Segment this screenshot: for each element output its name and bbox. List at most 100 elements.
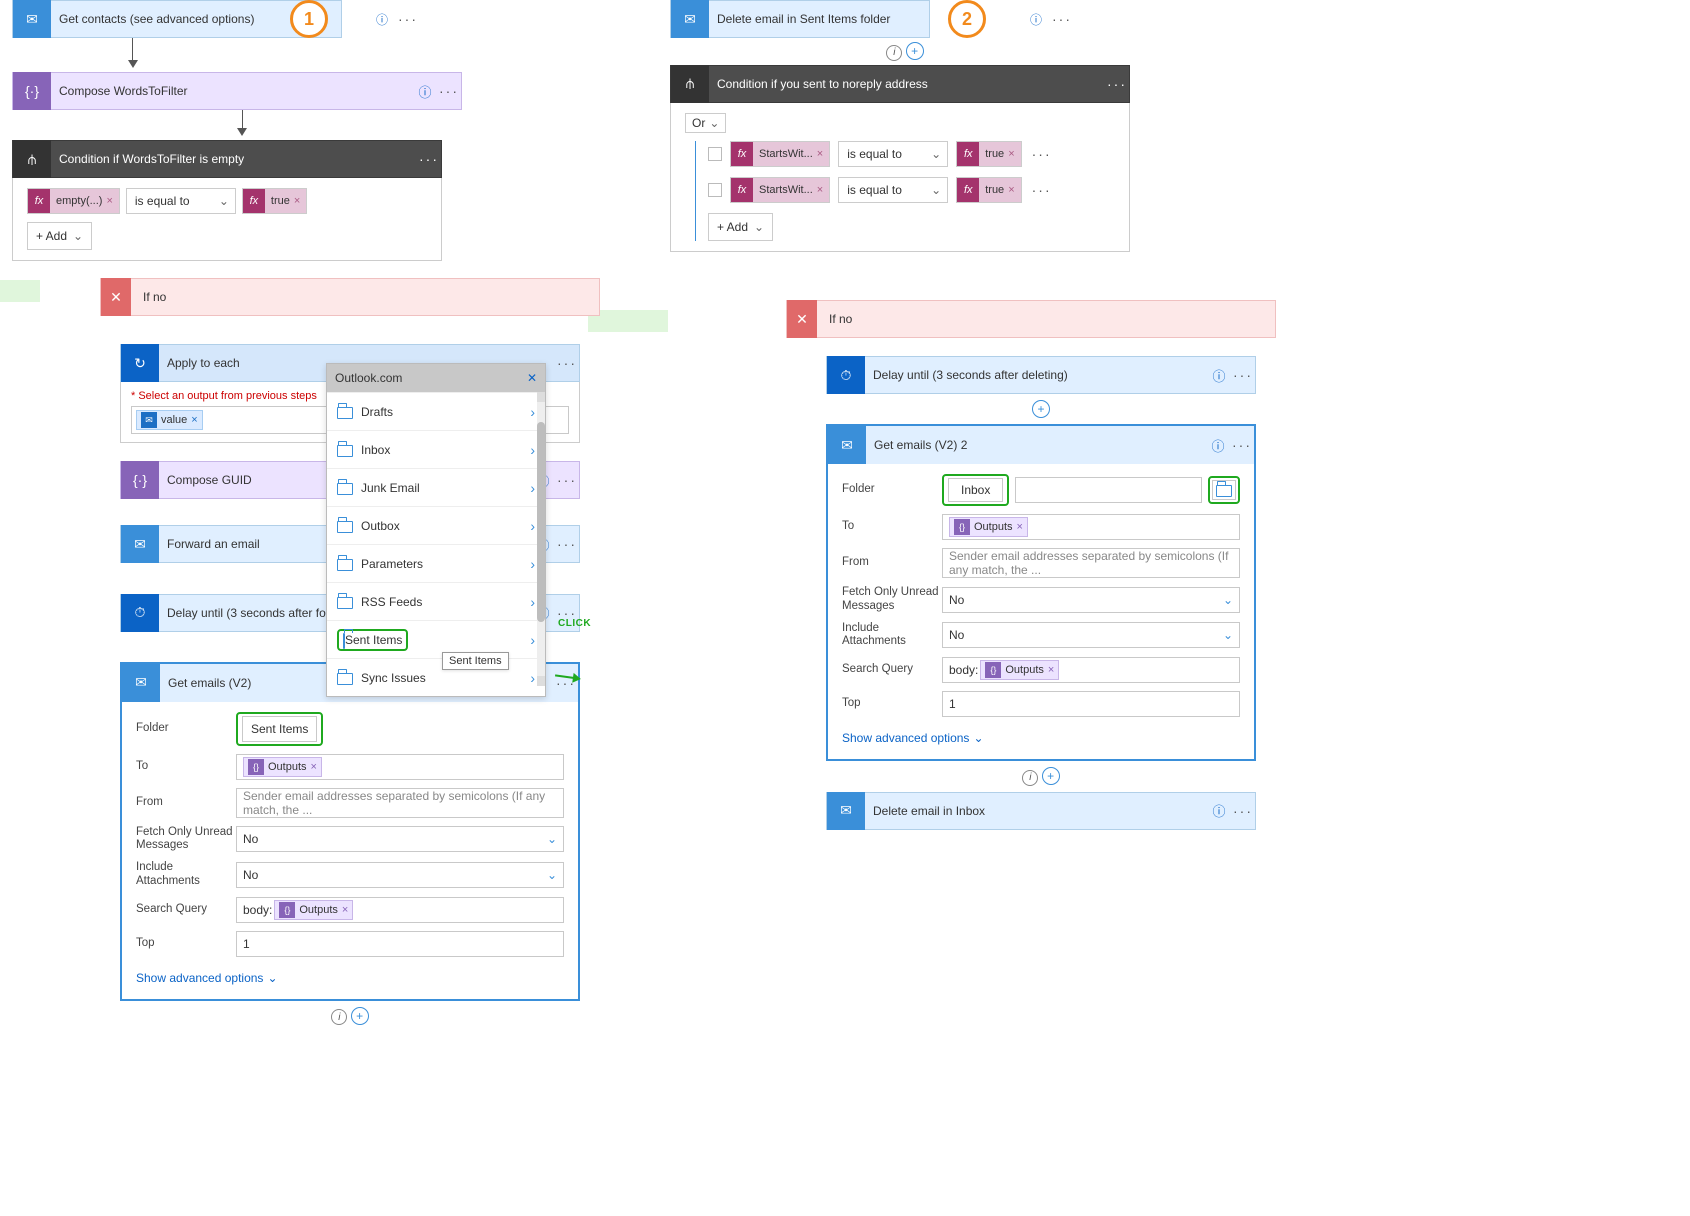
insert-step-button[interactable]: + [1032,400,1050,418]
add-condition-button[interactable]: + Add [708,213,773,241]
more-icon[interactable]: ··· [555,472,579,488]
remove-token-icon[interactable]: × [294,195,300,207]
folder-item-rss-feeds[interactable]: RSS Feeds› [327,582,545,620]
operator-select[interactable]: is equal to [838,141,948,167]
folder-picker-button[interactable] [1212,480,1236,500]
action-delete-sent[interactable]: ✉ Delete email in Sent Items folder [670,0,930,38]
include-attachments-select[interactable]: No⌄ [942,622,1240,648]
more-icon[interactable]: ··· [555,536,579,552]
info-icon[interactable]: i [886,45,902,61]
action-condition-wordstofilter[interactable]: ⫛ Condition if WordsToFilter is empty ··… [12,140,442,178]
action-title: Delay until (3 seconds after deleting) [865,368,1207,382]
condition-checkbox[interactable] [708,183,722,197]
value-token[interactable]: ✉ value × [136,410,203,430]
insert-step-button[interactable]: + [906,42,924,60]
action-delete-inbox[interactable]: ✉ Delete email in Inbox ⓘ ··· [826,792,1256,830]
show-advanced-link[interactable]: Show advanced options [842,731,984,745]
tooltip: Sent Items [442,652,509,670]
folder-item-sync-issues[interactable]: Sync Issues› [327,658,545,696]
insert-step-button[interactable]: + [1042,767,1060,785]
insert-step-button[interactable]: + [351,1007,369,1025]
fx-icon: fx [957,178,979,202]
show-advanced-link[interactable]: Show advanced options [136,971,278,985]
remove-token-icon[interactable]: × [1017,521,1023,533]
fetch-unread-select[interactable]: No⌄ [942,587,1240,613]
folder-item-sent-items[interactable]: Sent Items› [327,620,545,658]
folder-input[interactable]: Inbox [948,478,1003,502]
help-icon[interactable]: ⓘ [376,11,388,28]
search-query-input[interactable]: body: {}Outputs× [236,897,564,923]
more-icon[interactable]: ··· [1230,437,1254,453]
to-input[interactable]: {}Outputs× [942,514,1240,540]
remove-token-icon[interactable]: × [342,904,348,916]
folder-item-drafts[interactable]: Drafts › [327,392,545,430]
more-icon[interactable]: ··· [437,83,461,99]
operator-select[interactable]: is equal to [126,188,236,214]
timer-icon: ⏱ [827,356,865,394]
action-delay-until-2[interactable]: ⏱ Delay until (3 seconds after deleting)… [826,356,1256,394]
action-compose-wordstofilter[interactable]: {·} Compose WordsToFilter ⓘ ··· [12,72,462,110]
remove-token-icon[interactable]: × [191,414,197,426]
remove-token-icon[interactable]: × [1048,664,1054,676]
remove-token-icon[interactable]: × [817,184,823,196]
chevron-right-icon: › [530,404,535,420]
info-icon[interactable]: i [1022,770,1038,786]
help-icon[interactable]: ⓘ [413,82,437,101]
close-icon[interactable]: ✕ [527,371,537,385]
help-icon[interactable]: ⓘ [1206,436,1230,455]
more-icon[interactable]: ··· [1231,367,1255,383]
scrollbar[interactable] [537,392,545,686]
folder-input[interactable]: Sent Items [242,716,317,742]
include-attachments-select[interactable]: No⌄ [236,862,564,888]
more-icon[interactable]: ··· [396,11,420,27]
operator-select[interactable]: is equal to [838,177,948,203]
add-condition-button[interactable]: + Add [27,222,92,250]
remove-token-icon[interactable]: × [106,195,112,207]
folder-icon [1216,485,1232,497]
help-icon[interactable]: ⓘ [1030,11,1042,28]
expression-token[interactable]: true× [265,189,306,213]
condition-checkbox[interactable] [708,147,722,161]
if-no-branch[interactable]: ✕ If no [786,300,1276,338]
remove-token-icon[interactable]: × [1008,184,1014,196]
more-icon[interactable]: ··· [1105,76,1129,92]
action-get-emails-2[interactable]: ✉ Get emails (V2) 2 ⓘ ··· [828,426,1254,464]
group-operator-select[interactable]: Or [685,113,726,133]
timer-icon: ⏱ [121,594,159,632]
search-query-input[interactable]: body: {}Outputs× [942,657,1240,683]
to-input[interactable]: {}Outputs× [236,754,564,780]
fx-icon: fx [28,189,50,213]
help-icon[interactable]: ⓘ [1207,366,1231,385]
info-icon[interactable]: i [331,1009,347,1025]
expression-token[interactable]: empty(...)× [50,189,119,213]
field-label: Fetch Only Unread Messages [136,826,236,854]
top-input[interactable]: 1 [942,691,1240,717]
help-icon[interactable]: ⓘ [1207,801,1231,820]
from-input[interactable]: Sender email addresses separated by semi… [236,788,564,818]
from-input[interactable]: Sender email addresses separated by semi… [942,548,1240,578]
search-prefix: body: [949,663,978,677]
more-icon[interactable]: ··· [417,151,441,167]
token-icon: {} [985,662,1001,678]
expression-token[interactable]: StartsWit...× [753,178,829,202]
folder-item-inbox[interactable]: Inbox› [327,430,545,468]
folder-item-label: Drafts [361,405,393,419]
more-icon[interactable]: ··· [555,355,579,371]
more-icon[interactable]: ··· [1050,11,1074,27]
folder-item-junk-email[interactable]: Junk Email› [327,468,545,506]
folder-item-outbox[interactable]: Outbox› [327,506,545,544]
expression-token[interactable]: StartsWit...× [753,142,829,166]
folder-item-parameters[interactable]: Parameters› [327,544,545,582]
remove-token-icon[interactable]: × [1008,148,1014,160]
top-input[interactable]: 1 [236,931,564,957]
remove-token-icon[interactable]: × [817,148,823,160]
remove-token-icon[interactable]: × [311,761,317,773]
more-icon[interactable]: ··· [1030,146,1054,162]
expression-token[interactable]: true× [979,142,1020,166]
if-no-branch[interactable]: ✕ If no [100,278,600,316]
more-icon[interactable]: ··· [1231,803,1255,819]
fetch-unread-select[interactable]: No⌄ [236,826,564,852]
action-condition-noreply[interactable]: ⫛ Condition if you sent to noreply addre… [670,65,1130,103]
expression-token[interactable]: true× [979,178,1020,202]
more-icon[interactable]: ··· [1030,182,1054,198]
